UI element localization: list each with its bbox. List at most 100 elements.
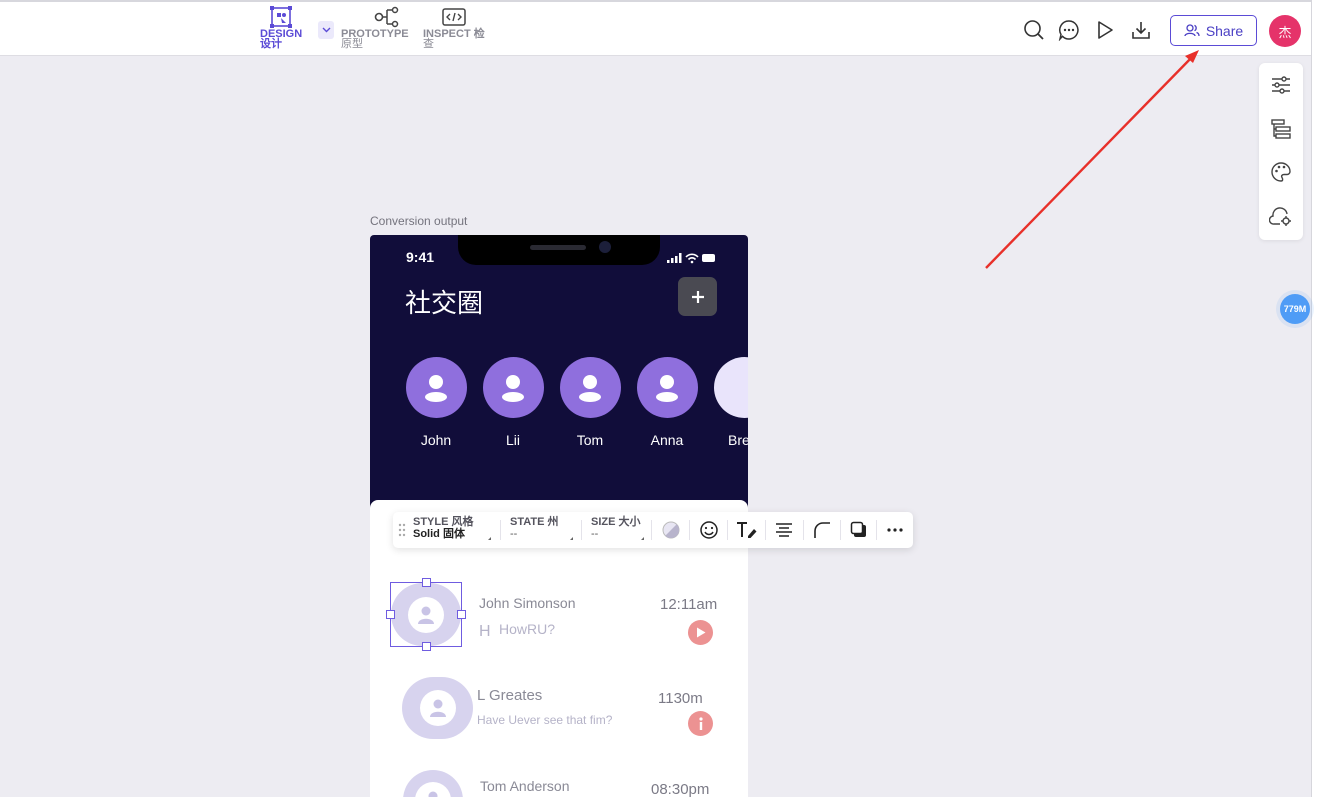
top-toolbar: DESIGN 设计 PROTOTYPE 原型 INSPECT 检 查 Share…: [0, 0, 1312, 56]
story-item[interactable]: Anna: [636, 357, 698, 448]
layers-button[interactable]: [1269, 117, 1293, 141]
shadow-icon: [850, 521, 866, 537]
style-value: Solid 固体: [413, 528, 465, 540]
story-avatar: [482, 357, 544, 418]
play-button[interactable]: [1093, 18, 1117, 42]
play-icon: [696, 627, 705, 638]
search-button[interactable]: [1022, 18, 1046, 42]
text-style-button[interactable]: [736, 519, 758, 541]
dropdown-corner-icon: [570, 537, 573, 540]
chat-time: 1130m: [658, 690, 703, 707]
info-icon: [698, 716, 703, 730]
right-side-panel: [1259, 63, 1303, 240]
notch-camera: [599, 241, 611, 253]
phone-header-area: 9:41 社交圈 John Lii Tom Anna Bre: [370, 235, 748, 525]
component-settings-button[interactable]: [1269, 204, 1293, 228]
more-options-button[interactable]: [884, 519, 906, 541]
chat-message: HowRU?: [499, 621, 556, 637]
person-icon: [425, 374, 447, 402]
story-name: Anna: [650, 432, 684, 448]
search-icon: [1024, 20, 1044, 40]
drag-handle-icon[interactable]: [398, 523, 406, 542]
corner-radius-icon: [814, 522, 830, 538]
state-dropdown[interactable]: STATE 州 --: [510, 517, 558, 540]
download-icon: [1132, 22, 1150, 39]
play-icon: [1098, 21, 1113, 39]
story-item[interactable]: Lii: [482, 357, 544, 448]
chat-time: 08:30pm: [651, 781, 710, 797]
layer-tree-icon: [1271, 119, 1291, 139]
style-dropdown[interactable]: STYLE 风格 Solid 固体: [413, 517, 474, 540]
emoji-button[interactable]: [698, 519, 720, 541]
user-avatar[interactable]: 杰: [1269, 15, 1301, 47]
cloud-settings-icon: [1269, 207, 1291, 226]
resize-handle-right[interactable]: [457, 610, 466, 619]
chat-name: John Simonson: [479, 595, 576, 611]
size-label: SIZE 大小: [591, 516, 641, 528]
chat-message: Have Uever see that fim?: [477, 713, 613, 727]
resize-handle-bottom[interactable]: [422, 642, 431, 651]
shadow-button[interactable]: [848, 519, 870, 541]
adjust-settings-button[interactable]: [1269, 73, 1293, 97]
emoji-icon: [700, 521, 718, 539]
divider: [500, 520, 501, 540]
story-avatar: [559, 357, 621, 418]
comment-button[interactable]: [1057, 18, 1081, 42]
divider: [727, 520, 728, 540]
corner-radius-button[interactable]: [811, 519, 833, 541]
status-time: 9:41: [406, 249, 435, 265]
chat-avatar[interactable]: [402, 677, 473, 739]
color-palette-button[interactable]: [1269, 160, 1293, 184]
selection-box[interactable]: [386, 578, 466, 651]
text-edit-icon: [737, 522, 757, 538]
person-icon: [579, 374, 601, 402]
divider: [840, 520, 841, 540]
sliders-icon: [1272, 76, 1290, 94]
story-item[interactable]: John: [405, 357, 467, 448]
memory-usage-badge[interactable]: 779M: [1280, 294, 1310, 324]
story-item[interactable]: Bre: [714, 357, 748, 448]
dropdown-corner-icon: [488, 537, 491, 540]
align-center-icon: [776, 523, 792, 537]
share-label: Share: [1205, 22, 1244, 39]
add-post-button[interactable]: [678, 277, 717, 316]
share-button[interactable]: Share: [1170, 15, 1257, 46]
resize-handle-top[interactable]: [422, 578, 431, 587]
size-dropdown[interactable]: SIZE 大小 --: [591, 517, 641, 540]
frame-label[interactable]: Conversion output: [370, 214, 467, 228]
chat-play-badge[interactable]: [688, 620, 713, 645]
text-align-button[interactable]: [773, 519, 795, 541]
state-value: --: [510, 528, 518, 540]
style-label: STYLE 风格: [413, 516, 474, 528]
users-icon: [1184, 24, 1200, 37]
mode-prototype-tab[interactable]: PROTOTYPE 原型: [341, 5, 409, 50]
floating-property-toolbar: STYLE 风格 Solid 固体 STATE 州 -- SIZE 大小 --: [393, 512, 913, 548]
palette-icon: [1271, 162, 1291, 182]
phone-notch: [458, 235, 660, 265]
wifi-icon: [685, 253, 699, 264]
plus-icon: [691, 290, 704, 303]
chevron-down-icon: [322, 27, 330, 33]
fill-color-button[interactable]: [660, 519, 682, 541]
download-button[interactable]: [1129, 18, 1153, 42]
window-right-edge: [1311, 0, 1321, 797]
dropdown-corner-icon: [641, 537, 644, 540]
person-icon: [428, 791, 438, 797]
divider: [651, 520, 652, 540]
mode-inspect-tab[interactable]: INSPECT 检 查: [423, 5, 485, 50]
resize-handle-left[interactable]: [386, 610, 395, 619]
mode-dropdown-button[interactable]: [318, 21, 334, 39]
phone-title: 社交圈: [405, 289, 484, 319]
size-value: --: [591, 528, 599, 540]
code-icon: [441, 5, 467, 29]
person-icon: [429, 699, 446, 717]
story-name: Lii: [505, 432, 520, 448]
mode-inspect-sublabel: 查: [423, 38, 434, 50]
chat-info-badge[interactable]: [688, 711, 713, 736]
person-icon: [502, 374, 524, 402]
state-label: STATE 州: [510, 516, 559, 528]
mode-design-tab[interactable]: DESIGN 设计: [260, 5, 302, 50]
story-item[interactable]: Tom: [559, 357, 621, 448]
story-name: Bre: [728, 432, 748, 448]
color-swatch-icon: [662, 521, 680, 539]
